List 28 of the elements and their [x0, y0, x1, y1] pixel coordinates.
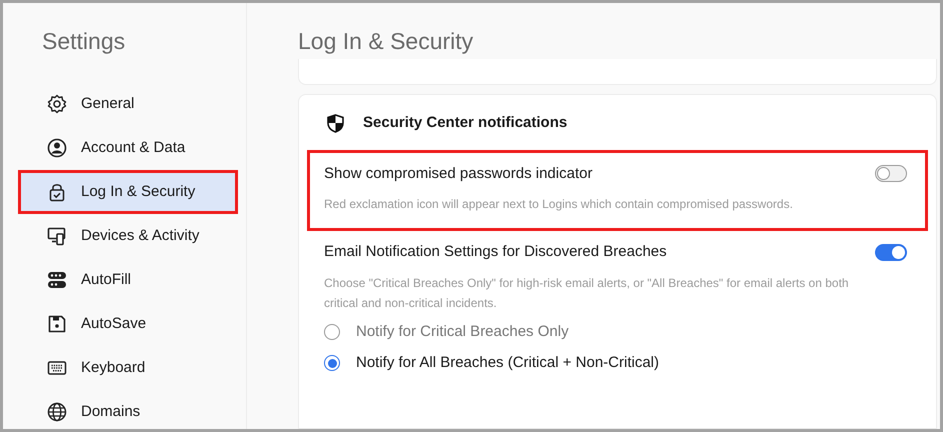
setting-description: Choose "Critical Breaches Only" for high-risk email alerts, or "All Breaches" for email alerts on both critical and non-critical incidents. — [324, 274, 850, 312]
section-heading: Security Center notifications — [363, 113, 568, 133]
sidebar-item[interactable]: Log In & Security — [18, 170, 238, 214]
setting-label: Email Notification Settings for Discovered Breaches — [324, 242, 667, 262]
sidebar-item[interactable]: Domains — [18, 390, 238, 429]
globe-icon — [47, 402, 67, 422]
radio-option[interactable]: Notify for Critical Breaches Only — [324, 316, 569, 348]
gear-icon — [47, 94, 67, 114]
radio-button[interactable] — [324, 324, 340, 340]
radio-button[interactable] — [324, 355, 340, 371]
setting-label: Show compromised passwords indicator — [324, 164, 592, 184]
setting-description: Red exclamation icon will appear next to Logins which contain compromised passwords. — [324, 196, 794, 213]
sidebar-item[interactable]: Keyboard — [18, 346, 238, 390]
shield-icon — [327, 114, 344, 133]
toggle-switch[interactable] — [875, 244, 907, 261]
sidebar-item[interactable]: General — [18, 82, 238, 126]
devices-icon — [47, 226, 67, 246]
toggle-switch[interactable] — [875, 165, 907, 182]
person-icon — [47, 138, 67, 158]
toggle-rows-icon — [47, 270, 67, 290]
sidebar-item[interactable]: AutoSave — [18, 302, 238, 346]
radio-option[interactable]: Notify for All Breaches (Critical + Non-Critical) — [324, 348, 659, 378]
sidebar-item[interactable]: AutoFill — [18, 258, 238, 302]
sidebar-title: Settings — [42, 27, 126, 55]
sidebar-item[interactable]: Account & Data — [18, 126, 238, 170]
page-title: Log In & Security — [298, 27, 474, 55]
lock-icon — [47, 182, 67, 202]
sidebar-item[interactable]: Devices & Activity — [18, 214, 238, 258]
